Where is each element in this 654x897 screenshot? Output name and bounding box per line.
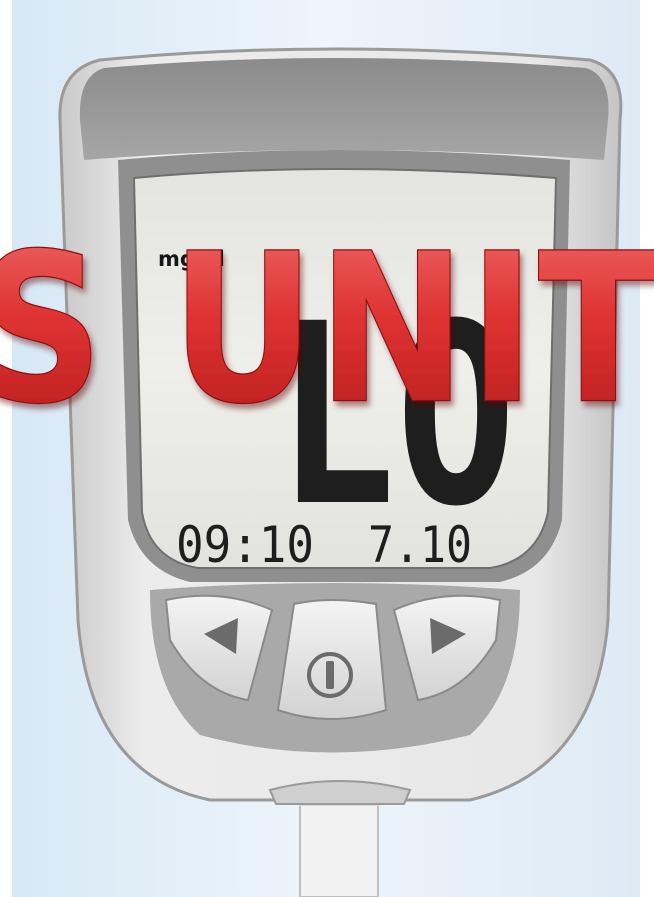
time-display: 09:10 bbox=[176, 516, 314, 574]
overlay-banner-text: S UNIT bbox=[0, 211, 654, 449]
date-display: 7.10 bbox=[368, 516, 472, 574]
power-button[interactable] bbox=[276, 599, 388, 720]
meter-bottom bbox=[268, 780, 412, 805]
meter-illustration: mg/dl LO 09:10 7.10 S UNIT bbox=[0, 0, 654, 897]
meter-top-band bbox=[79, 58, 609, 160]
meter-scene: mg/dl LO 09:10 7.10 S UNIT bbox=[0, 0, 654, 897]
test-strip bbox=[296, 792, 382, 897]
